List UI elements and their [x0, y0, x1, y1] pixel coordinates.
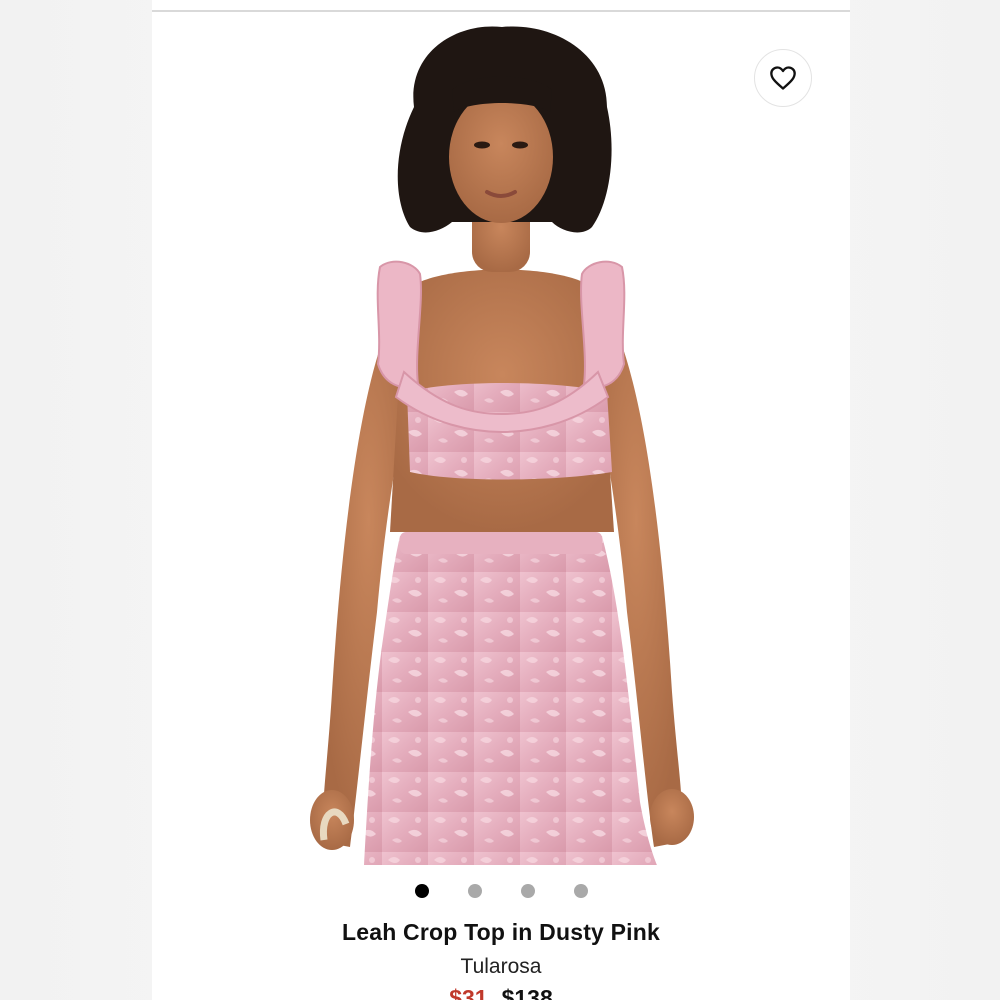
product-image[interactable] — [152, 12, 850, 865]
price-row: $31 $138 — [152, 985, 850, 1000]
product-brand[interactable]: Tularosa — [152, 955, 850, 979]
heart-icon — [770, 66, 796, 90]
carousel-dot-1[interactable] — [414, 884, 429, 898]
sale-price: $31 — [449, 985, 488, 1000]
product-title: Leah Crop Top in Dusty Pink — [341, 919, 661, 945]
product-page: Leah Crop Top in Dusty Pink Tularosa $31… — [152, 0, 850, 1000]
ruffle-left — [376, 260, 422, 389]
original-price: $138 — [501, 985, 553, 1000]
favorite-button[interactable] — [754, 49, 812, 107]
skirt — [364, 536, 657, 865]
ruffle-right — [580, 260, 626, 389]
carousel-dot-4[interactable] — [573, 884, 588, 898]
carousel-dot-2[interactable] — [467, 884, 482, 898]
face — [449, 91, 553, 223]
carousel-dot-3[interactable] — [520, 884, 535, 898]
carousel-indicators — [152, 883, 850, 899]
